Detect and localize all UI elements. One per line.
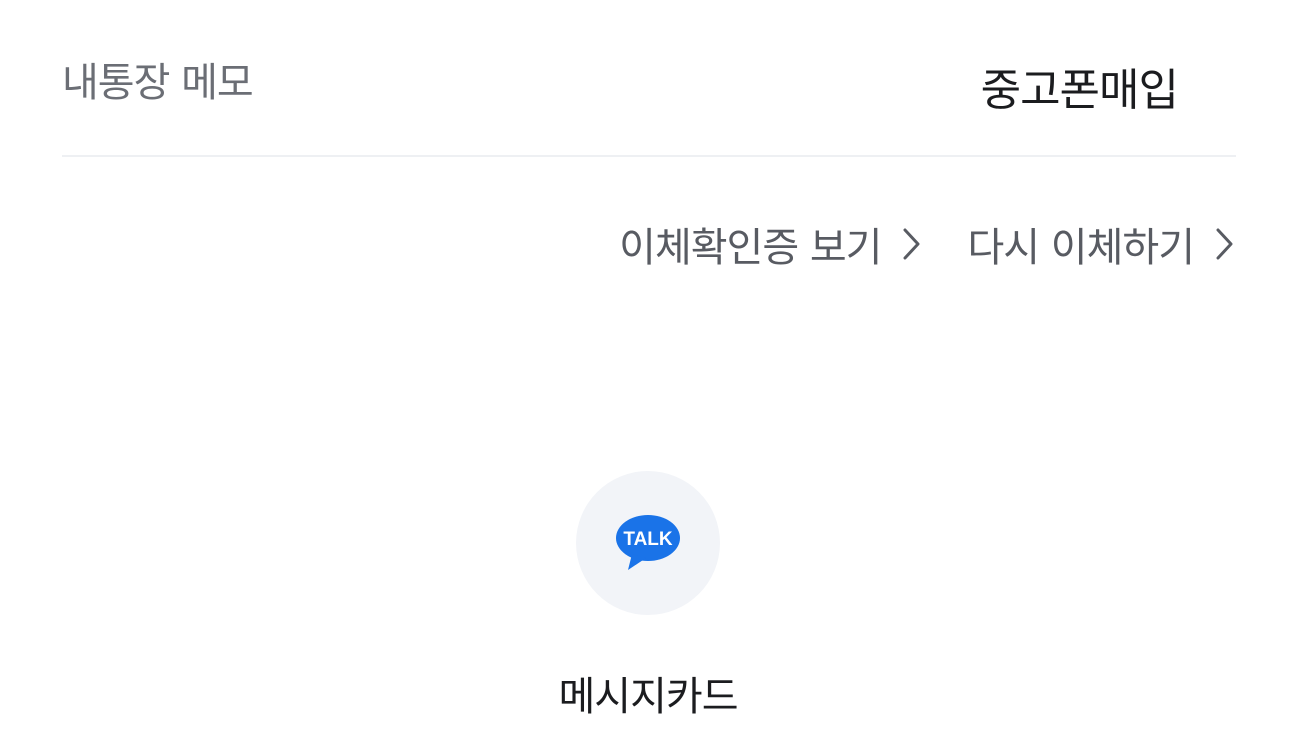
chevron-right-icon [903, 228, 920, 260]
action-links: 이체확인증 보기 다시 이체하기 [619, 214, 1236, 274]
talk-icon-text: TALK [623, 529, 673, 550]
transfer-again-label: 다시 이체하기 [967, 225, 1195, 271]
my-account-memo-row: 내통장 메모 중고폰매입 [62, 40, 1236, 120]
transfer-again-link[interactable]: 다시 이체하기 [967, 215, 1236, 273]
view-transfer-receipt-label: 이체확인증 보기 [619, 225, 882, 271]
view-transfer-receipt-link[interactable]: 이체확인증 보기 [619, 215, 923, 273]
kakaotalk-talk-icon: TALK [616, 515, 680, 570]
memo-value: 중고폰매입 [980, 65, 1179, 116]
message-card-label: 메시지카드 [558, 674, 739, 720]
transfer-complete-screen: 내통장 메모 중고폰매입 이체확인증 보기 다시 이체하기 TALK 메시지카드 [0, 0, 1290, 756]
divider [62, 155, 1236, 157]
chevron-right-icon [1216, 228, 1233, 260]
memo-label: 내통장 메모 [62, 60, 254, 106]
message-card-button[interactable]: TALK [576, 471, 720, 615]
